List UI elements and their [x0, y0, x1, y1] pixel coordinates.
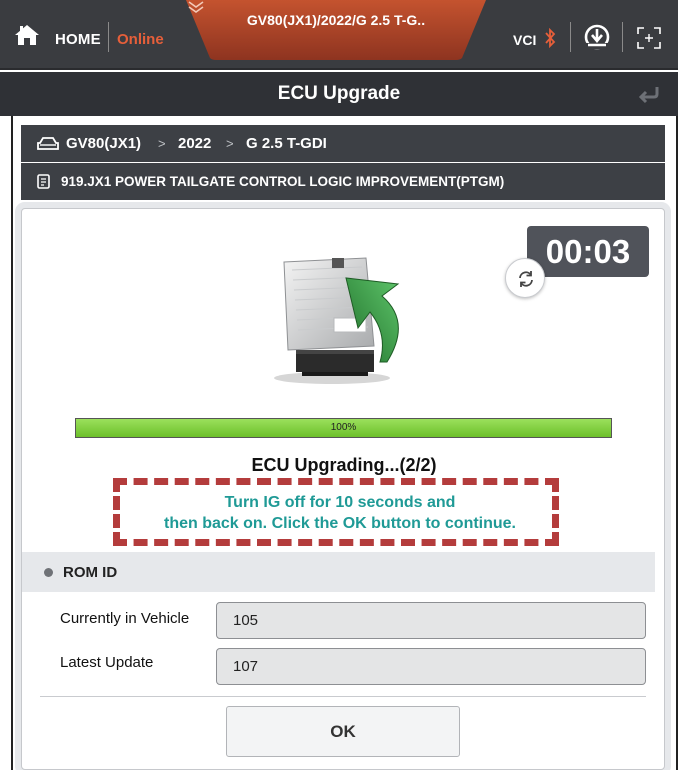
chevron-down-icon[interactable] [186, 0, 206, 14]
document-bar: 919.JX1 POWER TAILGATE CONTROL LOGIC IMP… [21, 163, 665, 200]
refresh-icon [519, 271, 533, 287]
page-title: ECU Upgrade [277, 83, 401, 104]
vci-label: VCI [513, 32, 537, 48]
instruction-highlight [113, 478, 559, 546]
document-title: 919.JX1 POWER TAILGATE CONTROL LOGIC IMP… [61, 174, 505, 189]
title-bar: ECU Upgrade [0, 72, 678, 116]
breadcrumb-separator: > [158, 136, 166, 151]
latest-rom-label: Latest Update [60, 654, 154, 671]
vehicle-title: GV80(JX1)/2022/G 2.5 T-G.. [246, 12, 426, 28]
breadcrumb: GV80(JX1) > 2022 > G 2.5 T-GDI [21, 125, 665, 162]
vehicle-selector-tab[interactable]: GV80(JX1)/2022/G 2.5 T-G.. [186, 0, 486, 60]
breadcrumb-item-model[interactable]: GV80(JX1) [66, 135, 141, 152]
instruction-line-1: Turn IG off for 10 seconds and [224, 494, 456, 511]
divider [40, 696, 646, 697]
progress-label: 100% [330, 422, 357, 433]
divider [622, 22, 623, 52]
home-label[interactable]: HOME [55, 31, 101, 48]
connection-status: Online [117, 31, 164, 48]
rom-id-title: ROM ID [63, 564, 118, 581]
breadcrumb-item-year[interactable]: 2022 [178, 135, 211, 152]
breadcrumb-separator: > [226, 136, 234, 151]
car-icon [37, 137, 59, 150]
current-rom-label: Currently in Vehicle [60, 610, 190, 627]
document-icon [37, 174, 50, 189]
latest-rom-value: 107 [216, 648, 646, 685]
ok-button[interactable]: OK [226, 706, 460, 757]
bullet-icon [44, 568, 53, 577]
tab-background [186, 0, 486, 60]
rom-id-header: ROM ID [22, 552, 655, 592]
bluetooth-icon [545, 28, 556, 48]
divider [570, 22, 571, 52]
upgrade-status: ECU Upgrading...(2/2) [251, 455, 437, 475]
home-icon[interactable] [14, 24, 40, 46]
breadcrumb-item-engine[interactable]: G 2.5 T-GDI [246, 135, 327, 152]
divider [108, 22, 109, 52]
top-bar: HOME Online GV80(JX1)/2022/G 2.5 T-G.. V… [0, 0, 678, 70]
download-icon[interactable] [583, 23, 611, 51]
instruction-line-2: then back on. Click the OK button to con… [164, 515, 516, 532]
countdown-timer: 00:03 [527, 226, 649, 277]
refresh-button[interactable] [505, 258, 545, 298]
current-rom-value: 105 [216, 602, 646, 639]
back-icon[interactable] [636, 84, 660, 104]
progress-bar: 100% [75, 418, 612, 438]
fullscreen-icon[interactable] [636, 26, 662, 50]
ecu-upgrade-illustration [274, 257, 400, 384]
